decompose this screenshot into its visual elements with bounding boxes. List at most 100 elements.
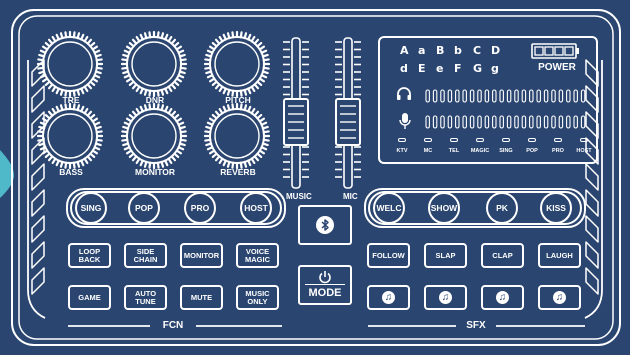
mode-label: MODE — [308, 287, 342, 299]
sfx-note-button-4[interactable] — [538, 285, 581, 310]
pro-button[interactable]: PRO — [184, 192, 216, 224]
music-note-icon — [439, 291, 452, 304]
knob-bass[interactable] — [36, 102, 104, 170]
side-chain-line2: CHAIN — [133, 254, 158, 264]
lcd-display: A a B b C D d E e F G g POWER KTV MC TEL… — [378, 36, 598, 164]
indicator-led — [528, 138, 536, 142]
follow-label: FOLLOW — [372, 250, 405, 260]
knob-monitor[interactable] — [120, 102, 188, 170]
follow-button[interactable]: FOLLOW — [367, 243, 410, 268]
pop-button[interactable]: POP — [128, 192, 160, 224]
voice-magic-button[interactable]: VOICE MAGIC — [236, 243, 279, 268]
show-button[interactable]: SHOW — [428, 192, 460, 224]
disp-letter: D — [491, 44, 501, 57]
mute-button[interactable]: MUTE — [180, 285, 223, 310]
knob-dnr[interactable] — [120, 30, 188, 98]
pop-label: POP — [135, 203, 153, 213]
power-label: POWER — [538, 62, 576, 73]
bluetooth-icon — [316, 216, 334, 234]
side-chain-button[interactable]: SIDE CHAIN — [124, 243, 167, 268]
knob-reverb[interactable] — [203, 102, 271, 170]
knob-tre[interactable] — [36, 30, 104, 98]
sfx-section-label: SFX — [466, 320, 486, 331]
fader-group — [283, 37, 361, 189]
indicator-label: HOST — [576, 148, 592, 154]
knob-label-bass: BASS — [59, 167, 83, 177]
welc-button[interactable]: WELC — [373, 192, 405, 224]
slap-label: SLAP — [435, 250, 456, 260]
show-label: SHOW — [430, 203, 458, 213]
disp-letter: d — [400, 62, 408, 75]
indicator-led — [502, 138, 510, 142]
knob-label-tre: TRE — [62, 95, 80, 105]
mic-fader-label: MIC — [343, 192, 358, 201]
mic-fader[interactable] — [335, 37, 361, 189]
indicator-led — [424, 138, 432, 142]
host-button[interactable]: HOST — [240, 192, 272, 224]
disp-letter: a — [418, 44, 426, 57]
mic-meter — [425, 115, 586, 129]
music-note-icon — [496, 291, 509, 304]
mode-divider — [305, 284, 345, 285]
pk-label: PK — [496, 203, 508, 213]
music-note-icon — [382, 291, 395, 304]
monitor-btn-label: MONITOR — [183, 250, 220, 260]
disp-letter: E — [418, 62, 426, 75]
disp-letter: g — [491, 62, 499, 75]
monitor-button[interactable]: MONITOR — [180, 243, 223, 268]
laugh-button[interactable]: LAUGH — [538, 243, 581, 268]
laugh-label: LAUGH — [546, 250, 573, 260]
voice-magic-line2: MAGIC — [245, 254, 270, 264]
game-label: GAME — [78, 292, 101, 302]
auto-tune-button[interactable]: AUTO TUNE — [124, 285, 167, 310]
knob-label-reverb: REVERB — [220, 167, 256, 177]
disp-letter: e — [436, 62, 444, 75]
bluetooth-button[interactable] — [298, 205, 352, 245]
slap-button[interactable]: SLAP — [424, 243, 467, 268]
disp-letter: B — [436, 44, 445, 57]
host-label: HOST — [244, 203, 268, 213]
disp-letter: G — [473, 62, 483, 75]
disp-letter: A — [400, 44, 409, 57]
headphone-meter — [425, 89, 586, 103]
indicator-led — [450, 138, 458, 142]
sing-label: SING — [80, 203, 102, 213]
knob-label-dnr: DNR — [145, 95, 165, 105]
mixer-panel: TRE DNR PITCH BASS MONITOR REVERB MUSIC … — [0, 0, 630, 355]
sfx-note-button-2[interactable] — [424, 285, 467, 310]
indicator-led — [476, 138, 484, 142]
auto-tune-line2: TUNE — [135, 296, 156, 306]
headphone-icon — [397, 87, 411, 100]
indicator-led — [554, 138, 562, 142]
mute-label: MUTE — [190, 292, 213, 302]
pk-button[interactable]: PK — [486, 192, 518, 224]
sfx-note-button-1[interactable] — [367, 285, 410, 310]
music-fader[interactable] — [283, 37, 309, 189]
knob-label-pitch: PITCH — [225, 95, 251, 105]
mode-button[interactable]: MODE — [298, 265, 352, 305]
loop-back-line2: BACK — [78, 254, 101, 264]
disp-letter: b — [454, 44, 462, 57]
pro-label: PRO — [190, 203, 210, 213]
game-button[interactable]: GAME — [68, 285, 111, 310]
disp-letter: C — [473, 44, 482, 57]
kiss-button[interactable]: KISS — [540, 192, 572, 224]
power-icon — [319, 271, 331, 284]
loop-back-button[interactable]: LOOP BACK — [68, 243, 111, 268]
disp-letter: F — [454, 62, 462, 75]
sing-button[interactable]: SING — [75, 192, 107, 224]
music-note-icon — [553, 291, 566, 304]
sfx-note-button-3[interactable] — [481, 285, 524, 310]
battery-icon — [531, 43, 579, 59]
music-only-line2: ONLY — [247, 296, 268, 306]
level-meters — [425, 89, 586, 129]
knob-pitch[interactable] — [203, 30, 271, 98]
clap-label: CLAP — [492, 250, 513, 260]
clap-button[interactable]: CLAP — [481, 243, 524, 268]
knob-label-monitor: MONITOR — [135, 167, 175, 177]
kiss-label: KISS — [546, 203, 566, 213]
indicator-led — [580, 138, 588, 142]
music-only-button[interactable]: MUSIC ONLY — [236, 285, 279, 310]
welc-label: WELC — [376, 203, 402, 213]
indicator-led — [398, 138, 406, 142]
